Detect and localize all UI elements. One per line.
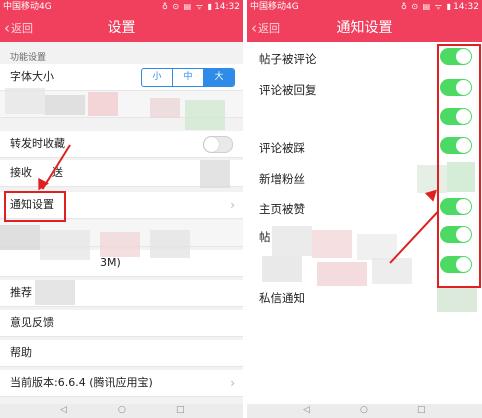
- page-title: 设置: [107, 20, 136, 36]
- chevron-right-icon: ›: [230, 376, 235, 390]
- receive-label-part: 接收: [10, 166, 32, 179]
- pixelation: [150, 98, 180, 118]
- pixelation: [0, 225, 40, 250]
- pixelation: [317, 262, 367, 286]
- pixelation: [200, 160, 230, 188]
- clock: 14:32: [214, 2, 240, 12]
- clock: 14:32: [453, 2, 479, 12]
- font-size-label: 字体大小: [10, 70, 54, 83]
- notify-label: 主页被赞: [259, 202, 305, 216]
- font-size-large[interactable]: 大: [204, 69, 234, 86]
- section-label: 功能设置: [10, 53, 47, 63]
- version-label: 当前版本:6.6.4 (腾讯应用宝): [10, 376, 153, 389]
- notify-label: 新增粉丝: [259, 172, 305, 186]
- pixelation: [5, 88, 45, 114]
- pixelation: [35, 280, 75, 305]
- notify-label: 帖: [259, 230, 271, 244]
- title-bar: ‹返回 设置: [0, 14, 243, 42]
- nav-bar: ◁ ○ □: [0, 404, 243, 418]
- status-bar: 中国移动4G ♁ ⊙ ▤ ᯤ ▮ 14:32: [247, 0, 482, 14]
- recommend-label: 推荐: [10, 286, 32, 299]
- nav-recent-icon[interactable]: □: [176, 405, 185, 415]
- carrier-label: 中国移动4G: [250, 2, 299, 12]
- carrier-label: 中国移动4G: [3, 2, 52, 12]
- nav-recent-icon[interactable]: □: [417, 405, 426, 415]
- pixelation: [357, 234, 397, 260]
- pixelation: [262, 256, 302, 282]
- help-row[interactable]: 帮助: [0, 340, 243, 367]
- status-icons: ♁ ⊙ ▤ ᯤ ▮: [401, 2, 452, 11]
- nav-home-icon[interactable]: ○: [118, 405, 126, 415]
- feedback-row[interactable]: 意见反馈: [0, 310, 243, 337]
- repost-favorite-row[interactable]: 转发时收藏: [0, 131, 243, 158]
- version-row[interactable]: 当前版本:6.6.4 (腾讯应用宝) ›: [0, 370, 243, 397]
- nav-home-icon[interactable]: ○: [360, 405, 368, 415]
- font-size-medium[interactable]: 中: [173, 69, 204, 86]
- repost-favorite-label: 转发时收藏: [10, 137, 65, 150]
- font-size-row: 字体大小 小 中 大: [0, 64, 243, 91]
- pixelation: [272, 226, 312, 256]
- title-bar: ‹返回 通知设置: [247, 14, 482, 42]
- nav-back-icon[interactable]: ◁: [303, 405, 310, 415]
- notification-settings-screen: 中国移动4G ♁ ⊙ ▤ ᯤ ▮ 14:32 ‹返回 通知设置 帖子被评论 评论…: [247, 0, 482, 418]
- pixelation: [88, 92, 118, 116]
- pixelation: [100, 232, 140, 257]
- pixelation: [185, 100, 225, 130]
- font-size-selector: 小 中 大: [141, 68, 235, 87]
- help-label: 帮助: [10, 346, 32, 359]
- page-title: 通知设置: [336, 20, 393, 36]
- highlight-box: [4, 191, 66, 222]
- pixelation: [40, 230, 90, 260]
- nav-back-icon[interactable]: ◁: [60, 405, 67, 415]
- font-size-small[interactable]: 小: [142, 69, 173, 86]
- pixelation: [312, 230, 352, 258]
- pixelation: [437, 286, 477, 312]
- status-icons: ♁ ⊙ ▤ ᯤ ▮: [162, 2, 213, 11]
- settings-screen: 中国移动4G ♁ ⊙ ▤ ᯤ ▮ 14:32 ‹返回 设置 功能设置 字体大小 …: [0, 0, 243, 418]
- chevron-right-icon: ›: [230, 198, 235, 212]
- highlight-box: [437, 44, 481, 288]
- notify-label: 评论被踩: [259, 141, 305, 155]
- pixelation: [150, 230, 190, 258]
- nav-bar: ◁ ○ □: [247, 404, 482, 418]
- notify-label: 评论被回复: [259, 83, 317, 97]
- feedback-label: 意见反馈: [10, 316, 54, 329]
- notify-label: 帖子被评论: [259, 52, 317, 66]
- repost-favorite-toggle[interactable]: [203, 136, 233, 153]
- pixelation: [45, 95, 85, 115]
- status-bar: 中国移动4G ♁ ⊙ ▤ ᯤ ▮ 14:32: [0, 0, 243, 14]
- notify-label: 私信通知: [259, 291, 305, 305]
